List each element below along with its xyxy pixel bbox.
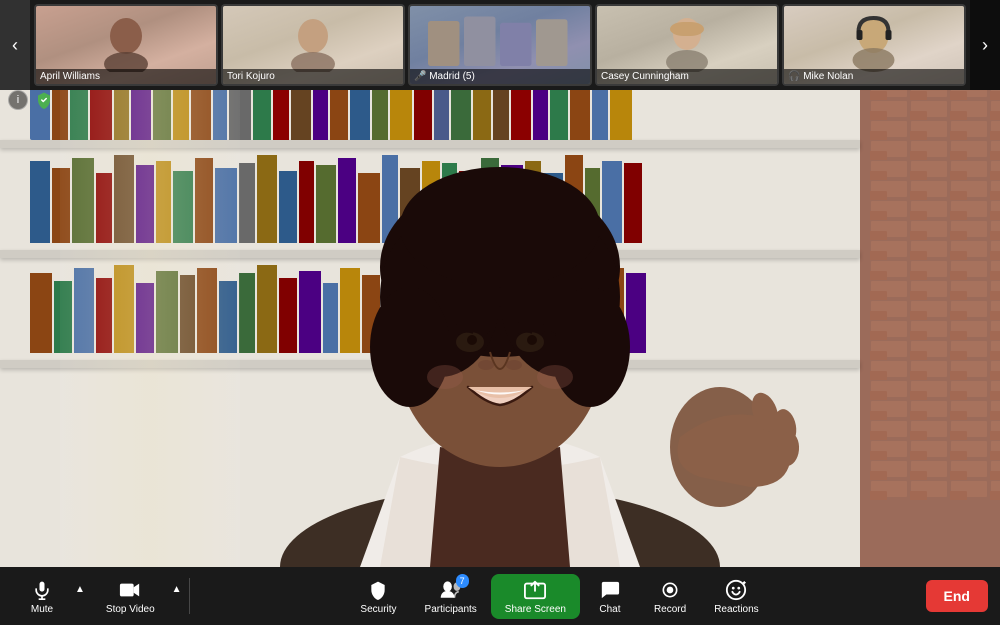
participant-name-casey: Casey Cunningham [597,69,777,84]
shield-security-icon [34,90,54,110]
reactions-button[interactable]: Reactions [700,574,772,619]
reactions-label: Reactions [714,604,758,615]
prev-thumbnail-button[interactable]: ‹ [0,0,30,90]
participants-count-badge: 7 [456,574,469,588]
info-icon[interactable]: i [8,90,28,110]
participants-icon: 7 [439,578,463,602]
info-symbol: i [17,94,19,106]
share-screen-label: Share Screen [505,604,566,615]
security-button[interactable]: Security [346,574,410,619]
participant-thumbnail-madrid[interactable]: 🎤 Madrid (5) [408,4,592,86]
video-camera-icon [119,578,141,602]
participant-name-april: April Williams [36,69,216,84]
stop-video-label: Stop Video [106,604,155,615]
end-label: End [944,588,970,604]
participant-thumbnail-casey[interactable]: Casey Cunningham [595,4,779,86]
chevron-up-icon: ▲ [75,584,85,595]
security-icon [368,578,388,602]
chevron-up-icon-2: ▲ [172,584,182,595]
chat-button[interactable]: Chat [580,574,640,619]
thumbnail-strip: ‹ April Williams Tori Kojuro [0,0,1000,90]
participant-thumbnail-mike[interactable]: 🎧 Mike Nolan [782,4,966,86]
reactions-icon [725,578,747,602]
video-arrow-button[interactable]: ▲ [169,584,185,609]
next-thumbnail-button[interactable]: › [970,0,1000,90]
end-section: End [926,580,988,612]
participant-thumbnail-tori[interactable]: Tori Kojuro [221,4,405,86]
participant-name-mike: 🎧 Mike Nolan [784,69,964,84]
record-icon [660,578,680,602]
record-label: Record [654,604,686,615]
participant-name-tori: Tori Kojuro [223,69,403,84]
middle-toolbar-section: Security 7 Participants [194,574,926,619]
chat-icon [599,578,621,602]
participants-button[interactable]: 7 Participants [411,574,491,619]
record-button[interactable]: Record [640,574,700,619]
chat-label: Chat [599,604,620,615]
thumbnails-container: April Williams Tori Kojuro 🎤 Madrid (5) [30,0,970,90]
mute-btn-group: Mute ▲ [12,574,88,619]
share-screen-icon [524,578,546,602]
divider-1 [189,578,190,614]
mute-arrow-button[interactable]: ▲ [72,584,88,609]
participants-label: Participants [425,604,477,615]
bottom-toolbar: Mute ▲ Stop Video ▲ [0,567,1000,625]
top-info-bar: i [8,90,54,110]
stop-video-btn-group: Stop Video ▲ [92,574,185,619]
mute-button[interactable]: Mute [12,574,72,619]
microphone-icon [32,578,52,602]
security-label: Security [360,604,396,615]
mute-label: Mute [31,604,53,615]
share-screen-button[interactable]: Share Screen [491,574,580,619]
mute-section: Mute ▲ Stop Video ▲ [12,574,185,619]
participant-name-madrid: 🎤 Madrid (5) [410,69,590,84]
stop-video-button[interactable]: Stop Video [92,574,169,619]
participant-thumbnail-april[interactable]: April Williams [34,4,218,86]
end-button[interactable]: End [926,580,988,612]
